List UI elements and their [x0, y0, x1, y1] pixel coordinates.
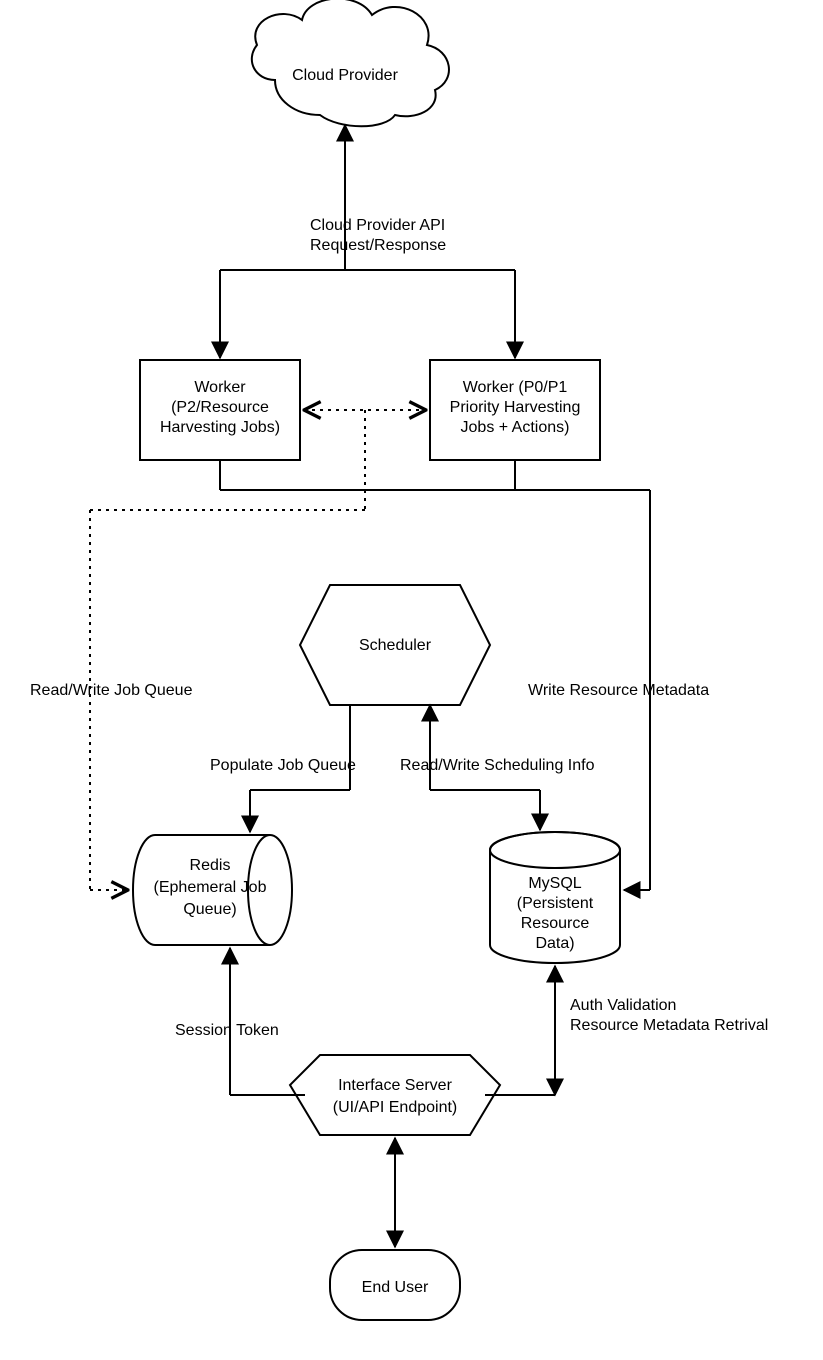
redis-label-3: Queue) — [183, 901, 236, 918]
mysql-label-3: Resource — [521, 915, 590, 932]
interface-label-2: (UI/API Endpoint) — [333, 1099, 458, 1116]
redis-label-2: (Ephemeral Job — [154, 879, 267, 896]
edge-rw-sched-label: Read/Write Scheduling Info — [400, 757, 595, 774]
edge-auth-label-2: Resource Metadata Retrival — [570, 1017, 768, 1034]
mysql-label-4: Data) — [535, 935, 574, 952]
edge-scheduler-redis: Populate Job Queue — [210, 705, 356, 832]
mysql-node: MySQL (Persistent Resource Data) — [490, 832, 620, 963]
scheduler-node: Scheduler — [300, 585, 490, 705]
edge-rw-jobqueue-label: Read/Write Job Queue — [30, 682, 193, 699]
edge-write-meta-label: Write Resource Metadata — [528, 682, 709, 699]
edge-scheduler-mysql: Read/Write Scheduling Info — [400, 705, 595, 830]
edge-cloud-label-2: Request/Response — [310, 237, 446, 254]
interface-server-node: Interface Server (UI/API Endpoint) — [290, 1055, 500, 1135]
mysql-label-2: (Persistent — [517, 895, 594, 912]
end-user-node: End User — [330, 1250, 460, 1320]
cloud-provider-label: Cloud Provider — [292, 67, 399, 84]
mysql-label-1: MySQL — [528, 875, 581, 892]
worker-b-label-1: Worker (P0/P1 — [463, 379, 568, 396]
cloud-provider-node: Cloud Provider — [252, 0, 449, 126]
edge-interface-mysql: Auth Validation Resource Metadata Retriv… — [485, 966, 768, 1095]
worker-a-node: Worker (P2/Resource Harvesting Jobs) — [140, 360, 300, 460]
edge-populate-label: Populate Job Queue — [210, 757, 356, 774]
edge-session-label: Session Token — [175, 1022, 279, 1039]
interface-label-1: Interface Server — [338, 1077, 453, 1094]
worker-a-label-1: Worker — [194, 379, 246, 396]
edge-cloud-label-1: Cloud Provider API — [310, 217, 445, 234]
edge-cloud-workers: Cloud Provider API Request/Response — [220, 125, 515, 358]
scheduler-label: Scheduler — [359, 637, 432, 654]
end-user-label: End User — [362, 1279, 429, 1296]
worker-b-label-3: Jobs + Actions) — [461, 419, 570, 436]
redis-label-1: Redis — [190, 857, 231, 874]
worker-a-label-3: Harvesting Jobs) — [160, 419, 280, 436]
edge-interface-redis: Session Token — [175, 948, 305, 1095]
edge-auth-label-1: Auth Validation — [570, 997, 676, 1014]
redis-node: Redis (Ephemeral Job Queue) — [133, 835, 292, 945]
worker-a-label-2: (P2/Resource — [171, 399, 269, 416]
worker-b-node: Worker (P0/P1 Priority Harvesting Jobs +… — [430, 360, 600, 460]
worker-b-label-2: Priority Harvesting — [450, 399, 581, 416]
architecture-diagram: Cloud Provider Worker (P2/Resource Harve… — [0, 0, 823, 1360]
